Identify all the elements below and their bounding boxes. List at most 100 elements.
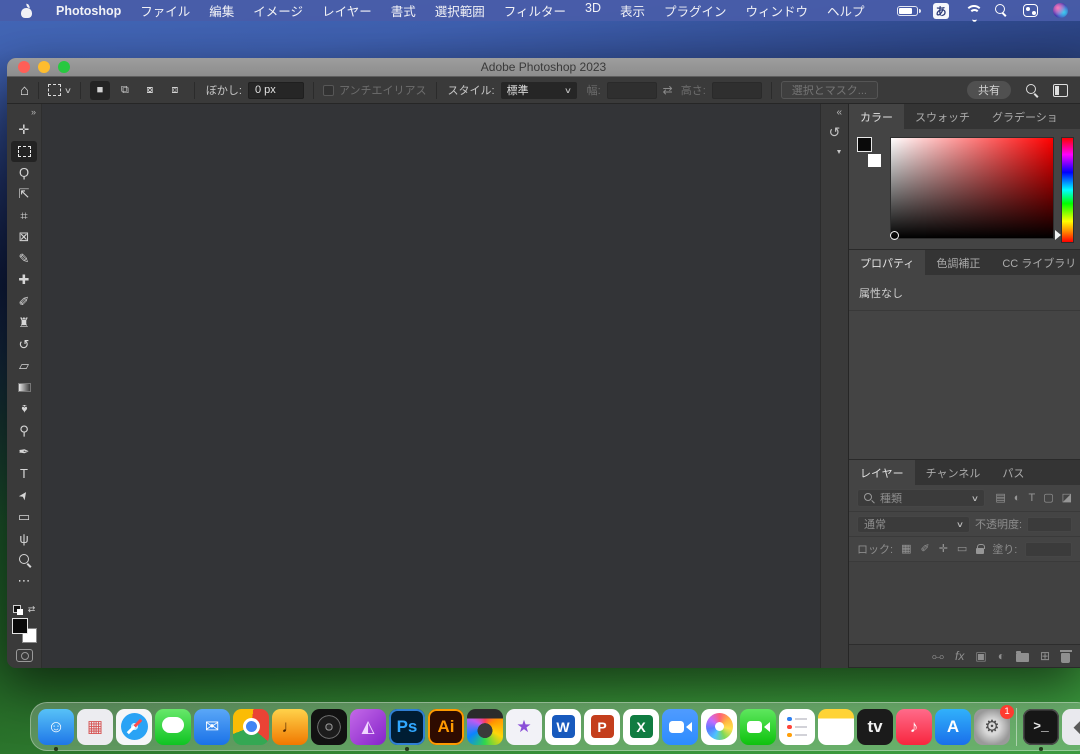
lock-image-pixels-icon[interactable]: ✐ xyxy=(920,544,929,555)
height-input[interactable] xyxy=(712,82,762,99)
title-bar[interactable]: Adobe Photoshop 2023 xyxy=(7,58,1080,77)
messages[interactable] xyxy=(155,709,191,745)
powerpoint[interactable]: P xyxy=(584,709,620,745)
garageband[interactable]: ♩ xyxy=(272,709,308,745)
menu-item[interactable]: ファイル xyxy=(140,1,190,20)
affinity-photo[interactable]: ◭ xyxy=(350,709,386,745)
menu-item[interactable]: 選択範囲 xyxy=(435,1,485,20)
menu-item[interactable]: ヘルプ xyxy=(827,1,865,20)
color-panel-tab[interactable]: カラー xyxy=(849,104,904,129)
djay[interactable] xyxy=(311,709,347,745)
menu-item[interactable]: フィルター xyxy=(504,1,566,20)
photos[interactable] xyxy=(701,709,737,745)
illustrator[interactable]: Ai xyxy=(428,709,464,745)
menu-item[interactable]: 表示 xyxy=(620,1,645,20)
history-brush-tool[interactable]: ↺ xyxy=(11,334,37,356)
color-panel-tab[interactable]: グラデーショ xyxy=(981,104,1069,129)
menu-item[interactable]: プラグイン xyxy=(664,1,727,20)
menu-item[interactable]: 3D xyxy=(585,1,601,20)
excel[interactable]: X xyxy=(623,709,659,745)
word[interactable]: W xyxy=(545,709,581,745)
home-icon[interactable]: ⌂ xyxy=(20,83,29,98)
utility-app[interactable]: ◆ xyxy=(1062,709,1080,745)
color-panel-tab[interactable]: パターン xyxy=(1069,104,1080,129)
final-cut-pro[interactable] xyxy=(467,709,503,745)
group-layers-icon[interactable] xyxy=(1016,650,1029,662)
menu-item[interactable]: イメージ xyxy=(253,1,303,20)
notes[interactable] xyxy=(818,709,854,745)
zoom[interactable] xyxy=(662,709,698,745)
music[interactable]: ♪ xyxy=(896,709,932,745)
terminal[interactable]: >_ xyxy=(1023,709,1059,745)
eraser-tool[interactable]: ▱ xyxy=(11,356,37,378)
properties-panel-tab[interactable]: 色調補正 xyxy=(925,250,991,275)
link-layers-icon[interactable]: ⧟ xyxy=(932,650,944,662)
launchpad[interactable]: ▦ xyxy=(77,709,113,745)
color-panel-swatches[interactable] xyxy=(857,137,883,163)
system-settings[interactable]: ⚙1 xyxy=(974,709,1010,745)
battery-icon[interactable] xyxy=(897,6,918,16)
path-selection-tool[interactable]: ➤ xyxy=(11,485,37,507)
layer-effects-icon[interactable]: fx xyxy=(955,650,964,662)
layers-panel-tab[interactable]: パス xyxy=(991,460,1035,485)
healing-brush-tool[interactable]: ✚ xyxy=(11,270,37,292)
eyedropper-tool[interactable]: ✎ xyxy=(11,248,37,270)
dock-separator[interactable] xyxy=(1016,708,1017,746)
hand-tool[interactable]: ψ xyxy=(11,528,37,550)
facetime[interactable] xyxy=(740,709,776,745)
menu-app-name[interactable]: Photoshop xyxy=(56,4,121,18)
lock-transparent-pixels-icon[interactable]: ▦ xyxy=(901,544,911,555)
safari[interactable] xyxy=(116,709,152,745)
rectangle-tool[interactable]: ▭ xyxy=(11,506,37,528)
toolbar-expand-icon[interactable]: » xyxy=(25,104,41,119)
layer-mask-icon[interactable]: ▣ xyxy=(975,650,986,662)
apple-tv[interactable]: tv xyxy=(857,709,893,745)
fill-field[interactable] xyxy=(1025,542,1072,557)
tool-preset[interactable]: ∨ xyxy=(48,84,71,96)
finder[interactable]: ☺ xyxy=(38,709,74,745)
menu-item[interactable]: 編集 xyxy=(209,1,234,20)
lasso-tool[interactable]: Ϙ xyxy=(11,162,37,184)
swap-colors-icon[interactable]: ⇄ xyxy=(28,604,36,615)
color-picker-marker[interactable] xyxy=(890,231,899,240)
filter-type-layers-icon[interactable]: T xyxy=(1028,493,1035,504)
foreground-color-swatch[interactable] xyxy=(12,618,28,634)
opacity-field[interactable] xyxy=(1027,517,1072,532)
layers-panel-tab[interactable]: レイヤー xyxy=(849,460,915,485)
spotlight-search-icon[interactable] xyxy=(995,4,1008,17)
lock-artboard-icon[interactable]: ▭ xyxy=(957,544,967,555)
layer-filter-select[interactable]: 種類 ∨ xyxy=(857,489,985,507)
add-to-selection-icon[interactable]: ⧉ xyxy=(115,81,135,100)
crop-tool[interactable]: ⌗ xyxy=(11,205,37,227)
edit-toolbar-button[interactable]: ⋯ xyxy=(11,571,37,593)
apple-menu-icon[interactable] xyxy=(20,4,33,18)
width-input[interactable] xyxy=(607,82,657,99)
new-layer-icon[interactable]: ⊞ xyxy=(1040,650,1050,662)
foreground-color-swatch[interactable] xyxy=(857,137,872,152)
type-tool[interactable]: T xyxy=(11,463,37,485)
filter-adjustment-layers-icon[interactable]: ◐ xyxy=(1014,493,1021,504)
reminders[interactable] xyxy=(779,709,815,745)
clone-stamp-tool[interactable]: ♜ xyxy=(11,313,37,335)
input-method-icon[interactable]: あ xyxy=(933,3,949,19)
canvas-area[interactable] xyxy=(42,104,820,668)
swap-dimensions-icon[interactable]: ⇄ xyxy=(663,83,673,97)
imovie[interactable]: ★ xyxy=(506,709,542,745)
object-selection-tool[interactable]: ⇱ xyxy=(11,184,37,206)
control-center-icon[interactable] xyxy=(1023,4,1038,17)
mail[interactable]: ✉ xyxy=(194,709,230,745)
delete-layer-icon[interactable] xyxy=(1061,650,1070,663)
move-tool[interactable]: ✛ xyxy=(11,119,37,141)
app-store[interactable]: A xyxy=(935,709,971,745)
share-button[interactable]: 共有 xyxy=(967,81,1011,99)
wifi-icon[interactable] xyxy=(964,5,980,17)
select-and-mask-button[interactable]: 選択とマスク... xyxy=(781,81,878,99)
foreground-background-swatches[interactable] xyxy=(12,618,37,643)
lock-all-icon[interactable] xyxy=(976,544,984,555)
adjustment-layer-icon[interactable]: ◐ xyxy=(998,650,1005,662)
menu-item[interactable]: レイヤー xyxy=(322,1,372,20)
gradient-tool[interactable] xyxy=(11,377,37,399)
new-selection-icon[interactable]: ■ xyxy=(90,81,110,100)
properties-panel-tab[interactable]: CC ライブラリ xyxy=(991,250,1080,275)
dodge-tool[interactable]: ⚲ xyxy=(11,420,37,442)
